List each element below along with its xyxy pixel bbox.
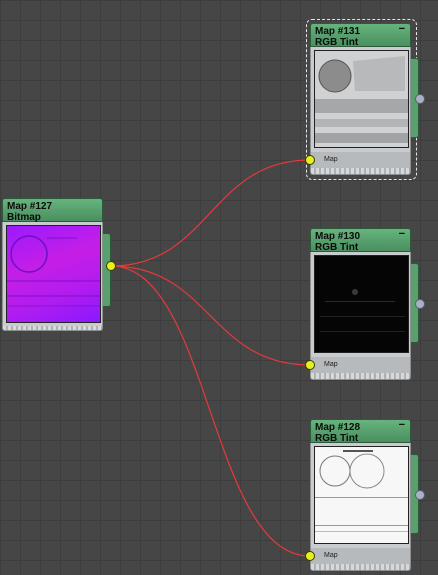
wire-127-to-130[interactable] bbox=[110, 265, 311, 366]
tint-thumbnail bbox=[314, 446, 409, 544]
wire-127-to-128[interactable] bbox=[110, 265, 311, 557]
material-editor-canvas[interactable]: Map #127 Bitmap Map #131 RGB Tint − Map … bbox=[0, 0, 438, 575]
tint-thumbnail bbox=[314, 255, 409, 353]
node-title: Map #127 bbox=[7, 201, 53, 212]
node-title: Map #130 bbox=[315, 231, 361, 242]
node-map-127[interactable]: Map #127 Bitmap bbox=[2, 198, 103, 331]
node-preview-area bbox=[310, 443, 411, 548]
map-input-socket[interactable] bbox=[305, 360, 315, 370]
map-input-port-row: Map bbox=[310, 548, 411, 564]
bitmap-texture-icon bbox=[7, 235, 100, 307]
map-input-socket[interactable] bbox=[305, 155, 315, 165]
node-footer bbox=[310, 564, 411, 571]
node-header[interactable]: Map #131 RGB Tint − bbox=[310, 23, 411, 48]
node-footer bbox=[310, 168, 411, 175]
output-socket[interactable] bbox=[415, 94, 425, 104]
node-preview-area bbox=[2, 222, 103, 326]
node-map-131[interactable]: Map #131 RGB Tint − Map bbox=[310, 23, 411, 175]
node-header[interactable]: Map #128 RGB Tint − bbox=[310, 419, 411, 444]
output-socket[interactable] bbox=[415, 490, 425, 500]
node-map-128[interactable]: Map #128 RGB Tint − Map bbox=[310, 419, 411, 571]
tint-texture-icon bbox=[315, 56, 408, 143]
output-socket[interactable] bbox=[106, 261, 116, 271]
node-title: Map #131 bbox=[315, 26, 361, 37]
node-map-130[interactable]: Map #130 RGB Tint − Map bbox=[310, 228, 411, 380]
node-preview-area bbox=[310, 252, 411, 357]
minimize-button[interactable]: − bbox=[399, 229, 405, 240]
node-title: Map #128 bbox=[315, 422, 361, 433]
node-footer bbox=[310, 373, 411, 380]
output-socket[interactable] bbox=[415, 299, 425, 309]
tint-texture-icon bbox=[320, 289, 405, 332]
port-label: Map bbox=[324, 156, 338, 163]
node-header[interactable]: Map #127 Bitmap bbox=[2, 198, 103, 223]
wire-127-to-131[interactable] bbox=[110, 159, 311, 267]
minimize-button[interactable]: − bbox=[399, 420, 405, 431]
map-input-port-row: Map bbox=[310, 152, 411, 168]
tint-thumbnail bbox=[314, 50, 409, 148]
node-header[interactable]: Map #130 RGB Tint − bbox=[310, 228, 411, 253]
node-footer bbox=[2, 326, 103, 331]
bitmap-thumbnail bbox=[6, 225, 101, 323]
port-label: Map bbox=[324, 552, 338, 559]
tint-texture-icon bbox=[315, 450, 408, 532]
port-label: Map bbox=[324, 361, 338, 368]
minimize-button[interactable]: − bbox=[399, 24, 405, 35]
map-input-port-row: Map bbox=[310, 357, 411, 373]
node-preview-area bbox=[310, 47, 411, 152]
map-input-socket[interactable] bbox=[305, 551, 315, 561]
